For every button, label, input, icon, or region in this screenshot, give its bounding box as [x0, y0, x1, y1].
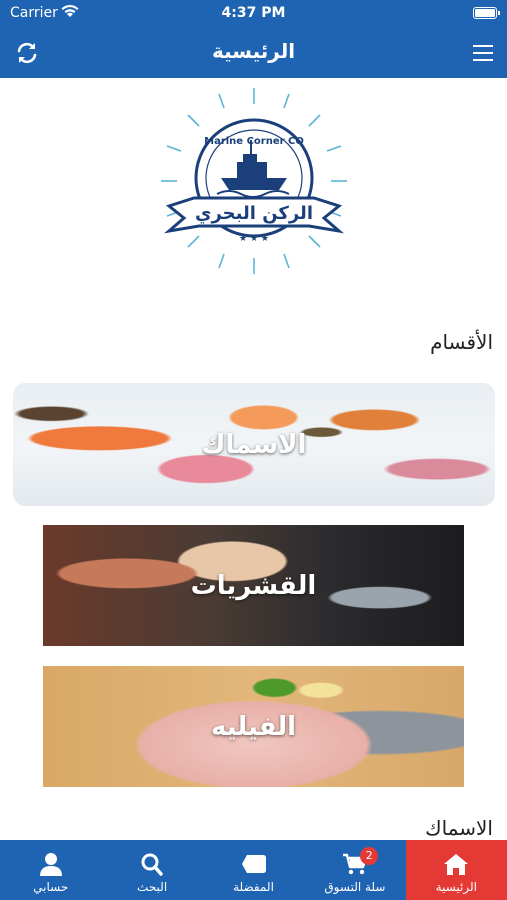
- clock: 4:37 PM: [221, 5, 286, 21]
- account-icon: [39, 853, 62, 876]
- battery-icon: [473, 7, 500, 19]
- tab-home[interactable]: الرئيسية: [405, 840, 507, 900]
- tab-label: سلة التسوق: [324, 880, 386, 894]
- home-icon: [444, 854, 469, 875]
- search-icon: [141, 853, 163, 876]
- favorites-icon: [241, 855, 266, 873]
- category-card-fish[interactable]: الاسماك: [13, 383, 495, 506]
- tab-account[interactable]: حسابي: [0, 840, 101, 900]
- brand-logo: Marine Corner CO الركن البحري ★ ★ ★: [161, 88, 347, 274]
- cart-count-badge: 2: [360, 847, 379, 865]
- tab-bar: حسابي البحث المفضلة 2 سلة التسوق الرئيسي…: [0, 840, 507, 900]
- category-card-fillet[interactable]: الفيليه: [43, 666, 464, 787]
- tab-label: الرئيسية: [435, 880, 477, 894]
- tab-label: المفضلة: [233, 880, 274, 894]
- category-label: الاسماك: [201, 429, 307, 460]
- tab-search[interactable]: البحث: [101, 840, 202, 900]
- categories-section-title: الأقسام: [430, 330, 493, 354]
- category-label: القشريات: [190, 570, 317, 601]
- logo-arabic-text: الركن البحري: [195, 203, 313, 224]
- page-title: الرئيسية: [211, 39, 296, 63]
- tab-label: حسابي: [33, 880, 69, 894]
- tab-cart[interactable]: 2 سلة التسوق: [304, 840, 405, 900]
- tab-label: البحث: [137, 880, 168, 894]
- status-bar: Carrier 4:37 PM: [0, 0, 507, 26]
- category-card-crustaceans[interactable]: القشريات: [43, 525, 464, 646]
- svg-text:★ ★ ★: ★ ★ ★: [239, 234, 269, 244]
- logo-english-text: Marine Corner CO: [204, 136, 304, 147]
- menu-icon[interactable]: [473, 45, 493, 61]
- fish-section-title: الاسماك: [425, 816, 493, 840]
- tab-favorites[interactable]: المفضلة: [203, 840, 304, 900]
- category-label: الفيليه: [211, 711, 296, 742]
- nav-bar: الرئيسية: [0, 26, 507, 78]
